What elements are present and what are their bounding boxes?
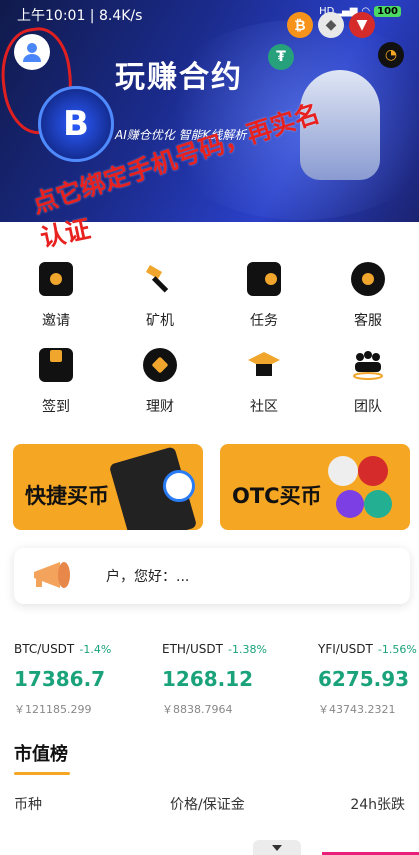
team-people-icon: [351, 348, 385, 382]
mining-hammer-icon: [143, 262, 177, 296]
action-invite[interactable]: 邀请: [6, 262, 106, 330]
action-label: 签到: [42, 399, 70, 415]
action-label: 任务: [250, 313, 278, 329]
ticker-change: -1.56%: [377, 643, 417, 656]
action-team[interactable]: 团队: [318, 348, 418, 416]
col-header-price: 价格/保证金: [170, 797, 245, 813]
action-finance[interactable]: 理财: [110, 348, 210, 416]
col-header-change: 24h张跌: [350, 797, 405, 813]
ticker-change: -1.38%: [228, 643, 267, 656]
gift-checkin-icon: [39, 348, 73, 382]
action-label: 邀请: [42, 313, 70, 329]
ticker-pair: ETH/USDT: [162, 642, 223, 656]
banner-title: 玩赚合约: [115, 60, 243, 95]
hero-banner[interactable]: 上午10:01 | 8.4K/s HD▂▄▆ ◠ 100 ₿ ◆ ▼ B 玩赚合…: [0, 0, 419, 222]
user-icon: [23, 43, 41, 62]
ticker-cny: ￥121185.299: [14, 703, 92, 716]
battery-icon: 100: [374, 6, 401, 17]
ranking-tab-indicator: [14, 772, 70, 775]
action-label: 客服: [354, 313, 382, 329]
ranking-tab[interactable]: 市值榜: [14, 740, 68, 766]
action-support[interactable]: 客服: [318, 262, 418, 330]
status-time-speed: 上午10:01 | 8.4K/s: [17, 8, 143, 24]
action-community[interactable]: 社区: [214, 348, 314, 416]
action-label: 社区: [250, 399, 278, 415]
quick-buy-label: 快捷买币: [25, 484, 109, 508]
action-label: 理财: [146, 399, 174, 415]
ticker-price: 1268.12: [162, 667, 254, 691]
kucoin-coin-icon: [364, 490, 392, 518]
customer-service-icon: [351, 262, 385, 296]
coin-illustration-icon: [163, 470, 195, 502]
support-headset-icon: ◔: [378, 42, 404, 68]
ticker-price: 17386.7: [14, 667, 106, 691]
token-icons: ₿ ◆ ▼: [287, 12, 375, 38]
ticker-price: 6275.93: [318, 667, 410, 691]
tron-coin-icon: [358, 456, 388, 486]
stellar-coin-icon: [328, 456, 358, 486]
banner-coin-logo: B: [38, 86, 114, 162]
ticker-yfi[interactable]: YFI/USDT -1.56% 6275.93 ￥43743.2321: [318, 638, 417, 717]
announcement-text: 户，您好：...: [106, 569, 190, 585]
ticker-pair: YFI/USDT: [318, 642, 373, 656]
ticker-eth[interactable]: ETH/USDT -1.38% 1268.12 ￥8838.7964: [162, 638, 267, 717]
action-label: 矿机: [146, 313, 174, 329]
graduation-cap-icon: [247, 348, 281, 382]
invite-mail-icon: [39, 262, 73, 296]
action-checkin[interactable]: 签到: [6, 348, 106, 416]
task-radio-icon: [247, 262, 281, 296]
ticker-pair: BTC/USDT: [14, 642, 75, 656]
otc-buy-card[interactable]: OTC买币: [220, 444, 410, 530]
bitcoin-icon: ₿: [287, 12, 313, 38]
user-avatar-button[interactable]: [14, 34, 50, 70]
ticker-change: -1.4%: [79, 643, 112, 656]
finance-coin-icon: [143, 348, 177, 382]
ticker-cny: ￥43743.2321: [318, 703, 396, 716]
ethereum-icon: ◆: [318, 12, 344, 38]
ticker-cny: ￥8838.7964: [162, 703, 233, 716]
otc-buy-label: OTC买币: [232, 484, 322, 508]
megaphone-icon: [34, 562, 70, 588]
action-task[interactable]: 任务: [214, 262, 314, 330]
action-label: 团队: [354, 399, 382, 415]
tron-icon: ▼: [349, 12, 375, 38]
bottom-sheet-handle[interactable]: [253, 840, 301, 855]
polygon-coin-icon: [336, 490, 364, 518]
ticker-btc[interactable]: BTC/USDT -1.4% 17386.7 ￥121185.299: [14, 638, 111, 717]
tether-icon: ₮: [268, 44, 294, 70]
col-header-coin: 币种: [14, 797, 42, 813]
action-mining[interactable]: 矿机: [110, 262, 210, 330]
quick-buy-card[interactable]: 快捷买币: [13, 444, 203, 530]
announcement-bar[interactable]: 户，您好：...: [14, 548, 410, 604]
